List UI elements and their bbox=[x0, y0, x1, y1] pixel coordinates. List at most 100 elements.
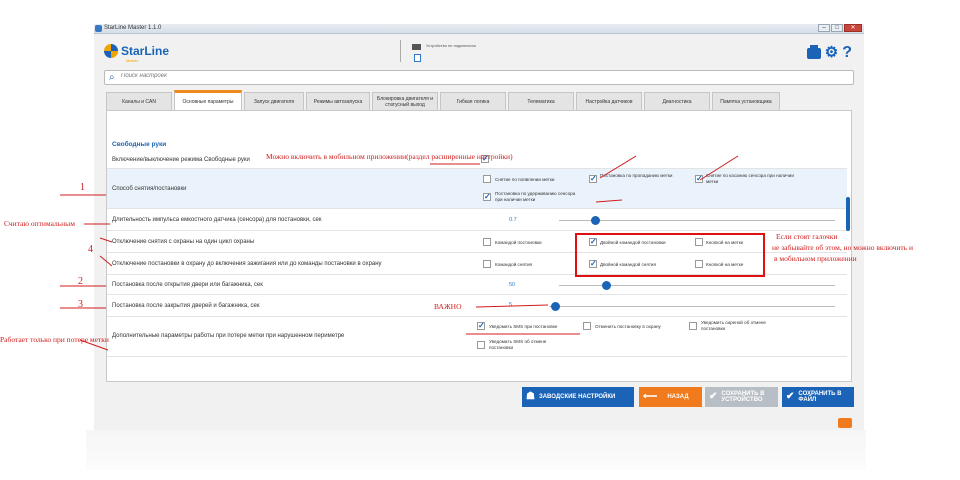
option-label: Уведомить сиреной об отмене постановки bbox=[701, 320, 766, 331]
section-title: Свободные руки bbox=[112, 141, 167, 148]
row-label: Длительность импульса емкостного датчика… bbox=[112, 217, 322, 223]
slider-track[interactable] bbox=[559, 285, 835, 286]
blurred-area bbox=[86, 430, 866, 470]
method-option-checkbox[interactable]: ✓ bbox=[589, 175, 597, 183]
save-to-device-button[interactable]: ✔ СОХРАНИТЬ В УСТРОЙСТВО bbox=[705, 387, 778, 407]
method-option-label: Снятие по появлении метки bbox=[495, 177, 555, 182]
slider-track[interactable] bbox=[549, 306, 835, 307]
back-button[interactable]: ⟵ НАЗАД bbox=[639, 387, 702, 407]
row-method: Способ снятия/постановки Снятие по появл… bbox=[107, 169, 847, 209]
option-checkbox[interactable] bbox=[583, 322, 591, 330]
device-status-area: Устройство не подключено bbox=[400, 38, 570, 64]
button-label: НАЗАД bbox=[667, 394, 689, 400]
document-icon[interactable] bbox=[414, 54, 421, 62]
maximize-button[interactable]: □ bbox=[831, 24, 843, 32]
brand-name: StarLine bbox=[121, 44, 170, 58]
annotation-important: ВАЖНО bbox=[434, 302, 462, 311]
option-checkbox[interactable] bbox=[477, 341, 485, 349]
option-checkbox[interactable] bbox=[483, 238, 491, 246]
option-checkbox[interactable] bbox=[483, 260, 491, 268]
slider-knob[interactable] bbox=[601, 281, 611, 290]
slider-value: 0.7 bbox=[509, 217, 517, 223]
option-label: Уведомить SMS об отмене постановки bbox=[489, 339, 547, 350]
tab-autostart-modes[interactable]: Режимы автозапуска bbox=[306, 92, 370, 110]
annotation-checkbox-note: в мобильном приложении bbox=[774, 254, 857, 263]
row-after-open: Постановка после открытия двери или бага… bbox=[107, 275, 847, 295]
arrow-left-icon: ⟵ bbox=[643, 391, 658, 402]
factory-reset-icon: ☗ bbox=[526, 391, 535, 402]
app-icon bbox=[95, 25, 102, 32]
annotation-tag-loss-note: Работает только при потере метки bbox=[0, 335, 109, 344]
window-title: StarLine Master 1.1.0 bbox=[104, 25, 162, 31]
tab-bar: Каналы и CAN Основные параметры Запуск д… bbox=[106, 90, 780, 110]
search-input[interactable] bbox=[121, 73, 421, 79]
row-label: Дополнительные параметры работы при поте… bbox=[112, 333, 345, 339]
annotation-number: 2 bbox=[78, 276, 83, 287]
help-icon[interactable]: ? bbox=[842, 44, 852, 62]
tab-installer-memo[interactable]: Памятка установщика bbox=[712, 92, 780, 110]
annotation-number: 1 bbox=[80, 182, 85, 193]
search-bar[interactable]: ⌕ bbox=[104, 70, 854, 85]
chat-icon[interactable] bbox=[838, 418, 852, 428]
row-label: Способ снятия/постановки bbox=[112, 186, 187, 192]
annotation-number: 4 bbox=[88, 244, 93, 255]
tab-telematics[interactable]: Телематика bbox=[508, 92, 574, 110]
minimize-button[interactable]: – bbox=[818, 24, 830, 32]
starline-logo: StarLine Master bbox=[104, 44, 170, 63]
factory-settings-button[interactable]: ☗ ЗАВОДСКИЕ НАСТРОЙКИ bbox=[522, 387, 634, 407]
slider-knob[interactable] bbox=[550, 302, 560, 311]
scrollbar[interactable] bbox=[846, 197, 850, 231]
option-label: Командой снятия bbox=[495, 262, 533, 267]
row-label: Постановка после закрытия дверей и багаж… bbox=[112, 303, 260, 309]
printer-icon[interactable] bbox=[806, 44, 821, 59]
row-label: Отключение снятия с охраны на один цикл … bbox=[112, 239, 255, 245]
method-option-checkbox[interactable]: ✓ bbox=[695, 175, 703, 183]
row-label: Включение/выключение режима Свободные ру… bbox=[112, 157, 250, 163]
button-label: ЗАВОДСКИЕ НАСТРОЙКИ bbox=[538, 394, 616, 400]
row-tag-loss: Дополнительные параметры работы при поте… bbox=[107, 317, 847, 357]
tab-main-params[interactable]: Основные параметры bbox=[174, 90, 242, 110]
option-label: Отменить постановку в охрану bbox=[595, 324, 661, 329]
method-option-label: Постановка по удерживанию сенсора при на… bbox=[495, 191, 576, 202]
row-after-close: Постановка после закрытия дверей и багаж… bbox=[107, 295, 847, 317]
method-option-label: Снятие по касанию сенсора при наличии ме… bbox=[706, 173, 794, 184]
brand-sub: Master bbox=[126, 58, 139, 63]
annotation-optimal: Считаю оптимальным bbox=[4, 219, 75, 228]
tab-engine-start[interactable]: Запуск двигателя bbox=[244, 92, 304, 110]
window-titlebar: StarLine Master 1.1.0 – □ ✕ bbox=[94, 24, 864, 34]
method-option-label: Постановка по пропаданию метки bbox=[600, 173, 673, 178]
option-checkbox[interactable]: ✓ bbox=[477, 322, 485, 330]
search-icon: ⌕ bbox=[109, 72, 115, 83]
tab-diagnostics[interactable]: Диагностика bbox=[644, 92, 710, 110]
slider-track[interactable] bbox=[559, 220, 835, 221]
slider-value: 50 bbox=[509, 282, 516, 288]
close-button[interactable]: ✕ bbox=[844, 24, 862, 32]
option-checkbox[interactable] bbox=[689, 322, 697, 330]
starline-logo-icon bbox=[104, 44, 118, 58]
annotation-checkbox-note: Если стоят галочки bbox=[776, 232, 838, 241]
slider-knob[interactable] bbox=[590, 216, 600, 225]
button-label: СОХРАНИТЬ В УСТРОЙСТВО bbox=[721, 391, 765, 403]
tab-flexible-logic[interactable]: Гибкая логика bbox=[440, 92, 506, 110]
check-icon: ✔ bbox=[709, 391, 718, 402]
annotation-checkbox-note: не забывайте об этом, но можно включить … bbox=[772, 243, 913, 252]
method-option-checkbox[interactable]: ✓ bbox=[483, 193, 491, 201]
row-pulse: Длительность импульса емкостного датчика… bbox=[107, 209, 847, 231]
check-icon: ✔ bbox=[786, 391, 795, 402]
annotation-box bbox=[575, 233, 765, 277]
save-to-file-button[interactable]: ✔ СОХРАНИТЬ В ФАЙЛ bbox=[782, 387, 854, 407]
annotation-app-note: Можно включить в мобильном приложении(ра… bbox=[266, 152, 513, 161]
option-label: Командой постановки bbox=[495, 240, 542, 245]
row-label: Постановка после открытия двери или бага… bbox=[112, 282, 263, 288]
tab-channels-can[interactable]: Каналы и CAN bbox=[106, 92, 172, 110]
row-label: Отключение постановки в охрану до включе… bbox=[112, 261, 382, 267]
annotation-number: 3 bbox=[78, 299, 83, 310]
button-label: СОХРАНИТЬ В ФАЙЛ bbox=[798, 391, 842, 403]
option-label: Уведомить SMS при постановке bbox=[489, 324, 558, 329]
slider-value: 5 bbox=[509, 302, 513, 308]
tab-sensor-settings[interactable]: Настройка датчиков bbox=[576, 92, 642, 110]
method-option-checkbox[interactable] bbox=[483, 175, 491, 183]
gear-icon[interactable]: ⚙ bbox=[825, 45, 838, 60]
device-chip-icon bbox=[412, 44, 421, 50]
tab-engine-lock[interactable]: Блокировка двигателя и статусный выход bbox=[372, 92, 438, 110]
